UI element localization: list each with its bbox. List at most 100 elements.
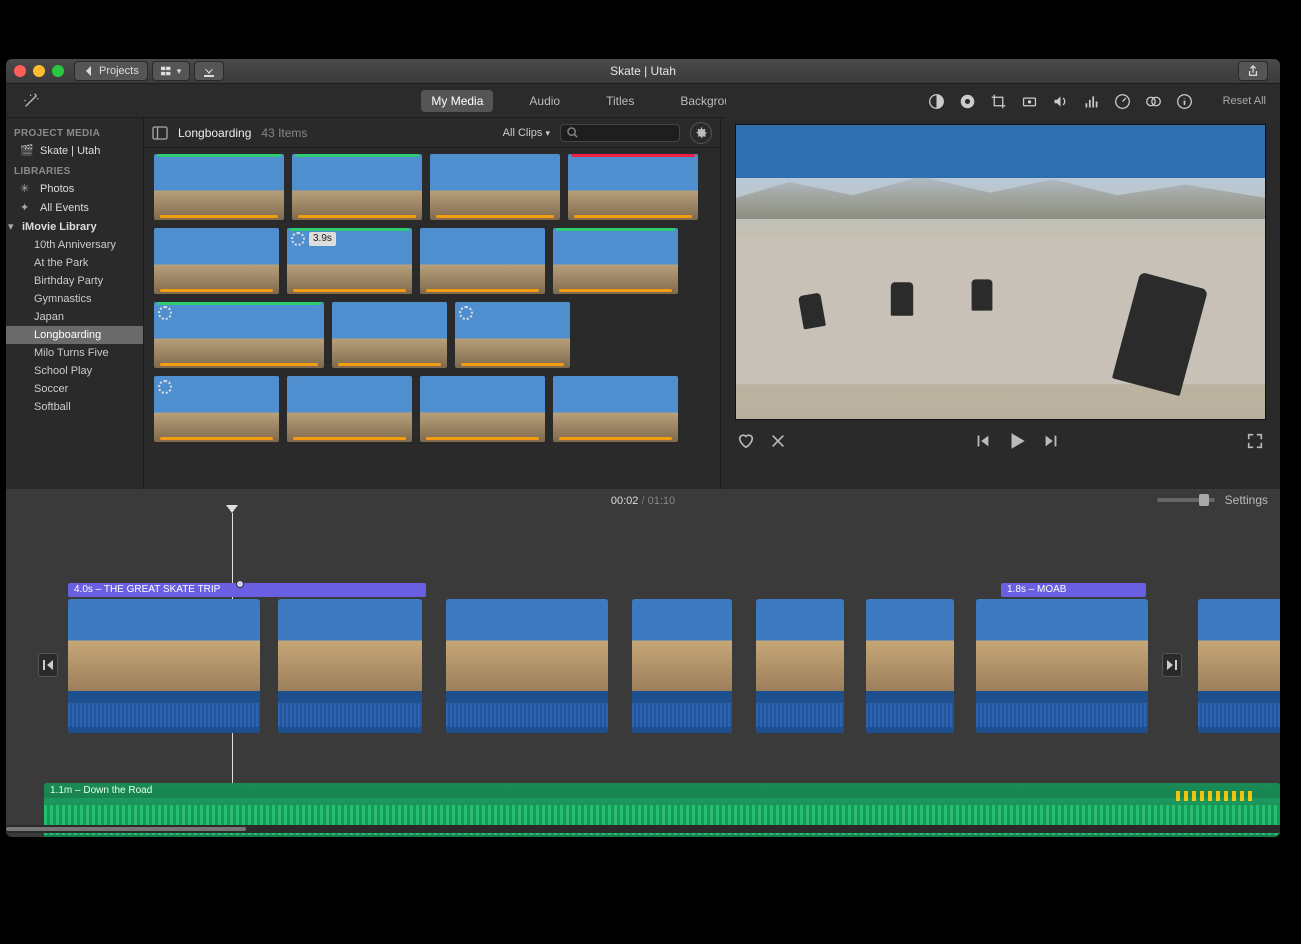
- search-field[interactable]: [560, 124, 680, 142]
- clip-audio-waveform: [446, 691, 608, 733]
- minimize-window-button[interactable]: [33, 65, 45, 77]
- timeline-settings-button[interactable]: Settings: [1225, 493, 1268, 507]
- search-input[interactable]: [582, 127, 672, 139]
- timeline-clip[interactable]: [756, 599, 844, 733]
- timeline-clip[interactable]: [1198, 599, 1280, 733]
- preview-monitor[interactable]: [735, 124, 1266, 420]
- sidebar: PROJECT MEDIA 🎬 Skate | Utah LIBRARIES ✳…: [6, 118, 144, 489]
- sidebar-event-item[interactable]: Gymnastics: [6, 290, 143, 308]
- sidebar-all-events-label: All Events: [40, 202, 89, 214]
- clip-thumbnail[interactable]: [154, 302, 324, 368]
- clip-filter-icon[interactable]: [1145, 93, 1162, 110]
- sidebar-event-item[interactable]: School Play: [6, 362, 143, 380]
- reset-all-button[interactable]: Reset All: [1223, 95, 1266, 107]
- sidebar-toggle-icon[interactable]: [152, 126, 168, 140]
- timeline-clip[interactable]: [866, 599, 954, 733]
- clip-thumb: [1198, 599, 1280, 691]
- timeline-clip[interactable]: [68, 599, 260, 733]
- sidebar-photos[interactable]: ✳︎ Photos: [6, 179, 143, 198]
- library-list-button[interactable]: ▾: [152, 61, 191, 81]
- sidebar-all-events[interactable]: ✦ All Events: [6, 198, 143, 217]
- browser-event-name: Longboarding: [178, 126, 251, 140]
- clip-thumbnail[interactable]: [154, 228, 279, 294]
- analyze-spinner-icon: [158, 380, 172, 394]
- close-window-button[interactable]: [14, 65, 26, 77]
- clip-thumbnail[interactable]: [420, 376, 545, 442]
- color-correction-icon[interactable]: [959, 93, 976, 110]
- timeline-current-time: 00:02: [611, 495, 639, 507]
- clip-thumbnail[interactable]: [154, 154, 284, 220]
- search-icon: [567, 127, 578, 138]
- clip-thumbnail[interactable]: 3.9s: [287, 228, 412, 294]
- speed-icon[interactable]: [1114, 93, 1131, 110]
- chevron-down-icon: ▾: [177, 66, 182, 77]
- timeline-clip[interactable]: [632, 599, 732, 733]
- clip-thumbnail[interactable]: [553, 228, 678, 294]
- clip-filter-dropdown[interactable]: All Clips ▾: [503, 127, 550, 139]
- clip-audio-waveform: [68, 691, 260, 733]
- title-clip[interactable]: 1.8s – MOAB: [1001, 583, 1146, 597]
- timeline-clip[interactable]: [278, 599, 422, 733]
- sidebar-event-item[interactable]: At the Park: [6, 254, 143, 272]
- clip-thumbnail[interactable]: [420, 228, 545, 294]
- noise-reduction-icon[interactable]: [1083, 93, 1100, 110]
- clip-thumb: [278, 599, 422, 691]
- keyframe-marker-icon[interactable]: [236, 580, 244, 588]
- timeline-edge-left-button[interactable]: [38, 653, 58, 677]
- sidebar-event-item[interactable]: Soccer: [6, 380, 143, 398]
- timeline-scrollbar[interactable]: [6, 825, 1280, 833]
- reject-icon[interactable]: [769, 432, 787, 450]
- title-clip[interactable]: 4.0s – THE GREAT SKATE TRIP: [68, 583, 426, 597]
- clip-thumbnail[interactable]: [455, 302, 570, 368]
- timeline-clip[interactable]: [446, 599, 608, 733]
- back-to-projects-button[interactable]: Projects: [74, 61, 148, 81]
- share-button[interactable]: [1238, 61, 1268, 81]
- sidebar-header-project-media: PROJECT MEDIA: [6, 122, 143, 141]
- timeline-edge-right-button[interactable]: [1162, 653, 1182, 677]
- tab-titles[interactable]: Titles: [596, 90, 644, 112]
- timeline-body[interactable]: 4.0s – THE GREAT SKATE TRIP 1.8s – MOAB …: [6, 513, 1280, 833]
- fullscreen-icon[interactable]: [1246, 432, 1264, 450]
- clip-thumbnail[interactable]: [287, 376, 412, 442]
- favorite-icon[interactable]: [737, 432, 755, 450]
- play-icon[interactable]: [1006, 430, 1028, 452]
- sidebar-event-item[interactable]: Birthday Party: [6, 272, 143, 290]
- stabilization-icon[interactable]: [1021, 93, 1038, 110]
- timeline: 00:02 / 01:10 Settings 4.0s – THE GREAT …: [6, 489, 1280, 837]
- magic-wand-icon[interactable]: [22, 92, 40, 110]
- clip-thumbnail[interactable]: [292, 154, 422, 220]
- photos-icon: ✳︎: [20, 182, 34, 195]
- sidebar-event-item[interactable]: Longboarding: [6, 326, 143, 344]
- sidebar-event-item[interactable]: Japan: [6, 308, 143, 326]
- clip-thumbnail[interactable]: [332, 302, 447, 368]
- color-balance-icon[interactable]: [928, 93, 945, 110]
- clip-thumbnail[interactable]: [553, 376, 678, 442]
- clip-thumbnail[interactable]: [568, 154, 698, 220]
- clip-browser: Longboarding 43 Items All Clips ▾: [144, 118, 720, 489]
- previous-icon[interactable]: [974, 432, 992, 450]
- import-button[interactable]: [194, 61, 224, 81]
- browser-settings-button[interactable]: [690, 122, 712, 144]
- timeline-clip[interactable]: [976, 599, 1148, 733]
- clip-thumbnail[interactable]: [154, 376, 279, 442]
- clips-grid: 3.9s: [144, 148, 720, 489]
- sidebar-event-item[interactable]: 10th Anniversary: [6, 236, 143, 254]
- disclosure-triangle-icon[interactable]: ▾: [8, 220, 16, 233]
- zoom-window-button[interactable]: [52, 65, 64, 77]
- clip-thumb: [446, 599, 608, 691]
- sidebar-project-label: Skate | Utah: [40, 145, 100, 157]
- clip-thumbnail[interactable]: [430, 154, 560, 220]
- sidebar-event-item[interactable]: Softball: [6, 398, 143, 416]
- info-icon[interactable]: [1176, 93, 1193, 110]
- sidebar-project-item[interactable]: 🎬 Skate | Utah: [6, 141, 143, 160]
- middle-section: PROJECT MEDIA 🎬 Skate | Utah LIBRARIES ✳…: [6, 118, 1280, 489]
- analyze-spinner-icon: [291, 232, 305, 246]
- timeline-zoom-slider[interactable]: [1157, 498, 1215, 502]
- sidebar-library[interactable]: ▾ iMovie Library: [6, 217, 143, 236]
- sidebar-event-item[interactable]: Milo Turns Five: [6, 344, 143, 362]
- crop-icon[interactable]: [990, 93, 1007, 110]
- tab-my-media[interactable]: My Media: [421, 90, 493, 112]
- next-icon[interactable]: [1042, 432, 1060, 450]
- volume-icon[interactable]: [1052, 93, 1069, 110]
- tab-audio[interactable]: Audio: [519, 90, 570, 112]
